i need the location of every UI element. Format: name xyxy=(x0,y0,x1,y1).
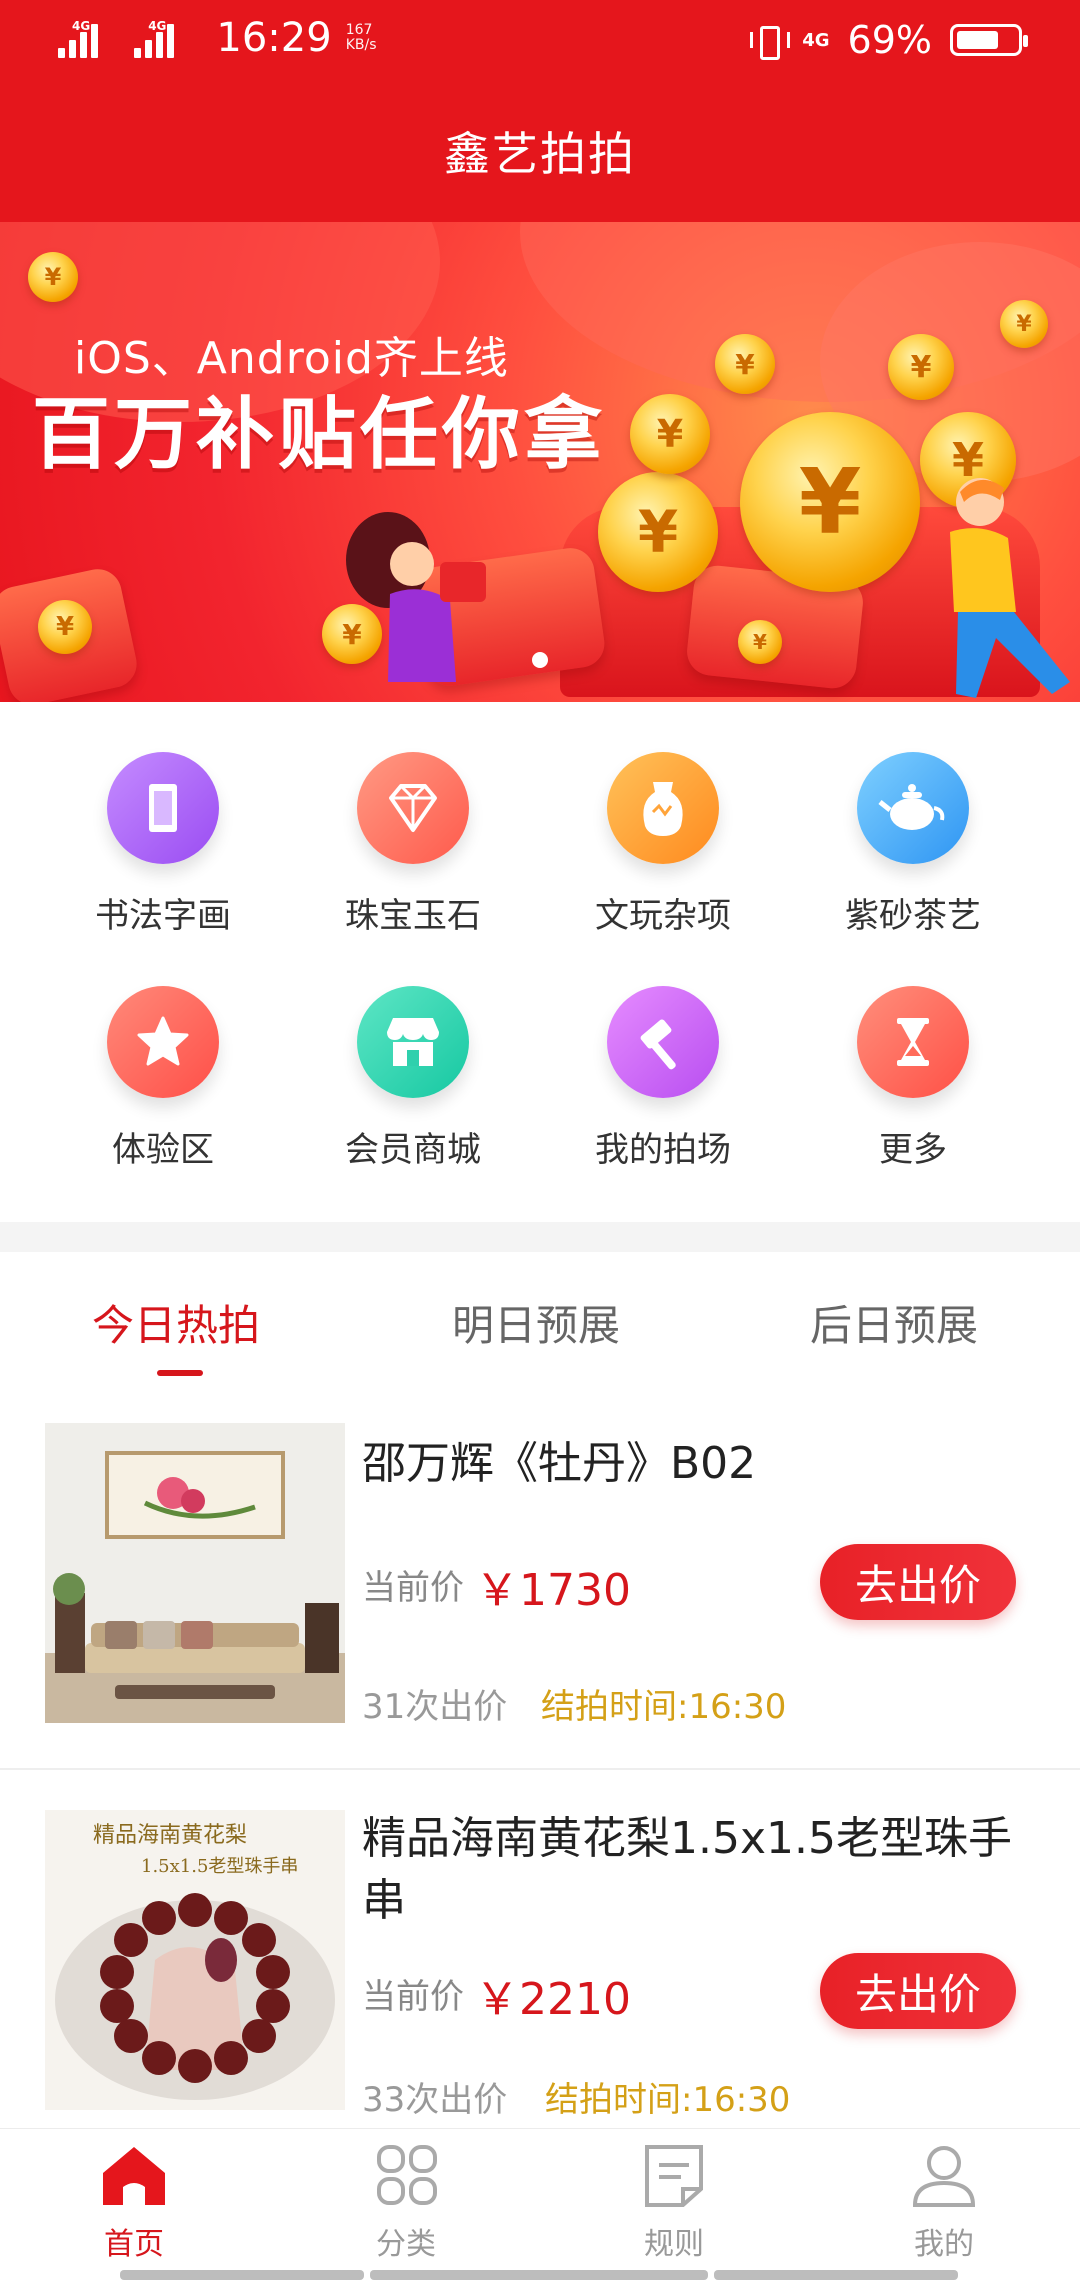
price-label: 当前价 xyxy=(362,1977,464,2017)
coin-icon: ¥ xyxy=(888,334,954,400)
nav-category[interactable]: 分类 xyxy=(326,2143,486,2263)
item-thumbnail[interactable]: 精品海南黄花梨 1.5x1.5老型珠手串 xyxy=(45,1810,345,2110)
carousel-dot-active[interactable] xyxy=(532,652,548,668)
price-label: 当前价 xyxy=(362,1568,464,1608)
category-label: 我的拍场 xyxy=(595,1130,731,1170)
category-label: 紫砂茶艺 xyxy=(845,896,981,936)
nav-label: 首页 xyxy=(104,2227,164,2262)
item-thumbnail[interactable] xyxy=(45,1423,345,1723)
thumb-caption-2: 1.5x1.5老型珠手串 xyxy=(141,1856,298,1877)
category-label: 书法字画 xyxy=(95,896,231,936)
network-type-right: 4G xyxy=(802,29,830,51)
diamond-icon xyxy=(357,752,469,864)
signal-icon: 4G xyxy=(58,18,120,58)
gesture-bar xyxy=(714,2270,958,2280)
top-bar: 4G 4G 16:29 167 KB/s 4G 69% 鑫艺拍拍 xyxy=(0,0,1080,222)
hourglass-icon xyxy=(857,986,969,1098)
battery-icon xyxy=(950,24,1028,56)
category-diamond[interactable]: 珠宝玉石 xyxy=(288,752,538,937)
current-price: ￥1730 xyxy=(475,1565,631,1616)
item-title: 精品海南黄花梨1.5x1.5老型珠手串 xyxy=(362,1813,1012,1926)
category-label: 体验区 xyxy=(112,1130,214,1170)
network-type-1: 4G xyxy=(72,19,91,33)
network-speed: 167 KB/s xyxy=(345,22,377,53)
category-scroll[interactable]: 书法字画 xyxy=(38,752,288,937)
scroll-icon xyxy=(107,752,219,864)
network-type-2: 4G xyxy=(148,19,167,33)
tab-day-after[interactable]: 后日预展 xyxy=(810,1292,978,1353)
carousel-dots xyxy=(0,652,1080,672)
section-separator xyxy=(0,1222,1080,1252)
coin-icon: ¥ xyxy=(598,472,718,592)
app-root: 4G 4G 16:29 167 KB/s 4G 69% 鑫艺拍拍 ¥ ¥ iOS… xyxy=(0,0,1080,2280)
star-icon xyxy=(107,986,219,1098)
vibrate-icon xyxy=(750,20,791,60)
bid-button[interactable]: 去出价 xyxy=(820,1544,1016,1620)
bottom-nav: 首页 分类 规则 我的 xyxy=(0,2128,1080,2280)
status-right: 4G 69% xyxy=(750,18,1028,62)
category-store[interactable]: 会员商城 xyxy=(288,986,538,1171)
status-left: 4G 4G 16:29 167 KB/s xyxy=(58,16,406,60)
document-icon xyxy=(645,2145,703,2207)
bid-button[interactable]: 去出价 xyxy=(820,1953,1016,2029)
category-grid: 书法字画 珠宝玉石 文玩杂项 紫砂茶艺体验区 会员商城 我的拍场 更多 xyxy=(0,702,1080,1222)
active-tab-indicator xyxy=(157,1370,203,1376)
end-time: 结拍时间:16:30 xyxy=(545,2080,791,2120)
coin-icon: ¥ xyxy=(630,394,710,474)
end-time: 结拍时间:16:30 xyxy=(541,1687,787,1727)
painting-room-image xyxy=(45,1423,345,1723)
bid-count: 33次出价 xyxy=(362,2080,508,2120)
gesture-bar xyxy=(120,2270,364,2280)
bid-count: 31次出价 xyxy=(362,1687,508,1727)
category-teapot[interactable]: 紫砂茶艺 xyxy=(788,752,1038,937)
gavel-icon xyxy=(607,986,719,1098)
bracelet-image: 精品海南黄花梨 1.5x1.5老型珠手串 xyxy=(45,1810,345,2110)
status-bar: 4G 4G 16:29 167 KB/s 4G 69% xyxy=(0,0,1080,84)
coin-icon: ¥ xyxy=(1000,300,1048,348)
category-label: 更多 xyxy=(879,1130,947,1170)
category-label: 会员商城 xyxy=(345,1130,481,1170)
nav-mine[interactable]: 我的 xyxy=(864,2143,1024,2263)
vase-icon xyxy=(607,752,719,864)
battery-percent: 69% xyxy=(847,18,932,62)
user-icon xyxy=(912,2146,976,2207)
store-icon xyxy=(357,986,469,1098)
auction-tabs: 今日热拍 明日预展 后日预展 xyxy=(0,1252,1080,1382)
item-title: 邵万辉《牡丹》B02 xyxy=(362,1438,757,1489)
current-price: ￥2210 xyxy=(475,1974,631,2025)
tab-today[interactable]: 今日热拍 xyxy=(92,1292,260,1353)
grid-icon xyxy=(377,2145,437,2205)
category-label: 珠宝玉石 xyxy=(345,896,481,936)
auction-item[interactable]: 邵万辉《牡丹》B02 当前价 ￥1730 去出价 31次出价 结拍时间:16:3… xyxy=(0,1423,1080,1753)
nav-rules[interactable]: 规则 xyxy=(594,2143,754,2263)
category-vase[interactable]: 文玩杂项 xyxy=(538,752,788,937)
item-divider xyxy=(0,1768,1080,1770)
coin-icon: ¥ xyxy=(38,600,92,654)
nav-label: 规则 xyxy=(644,2227,704,2262)
status-time: 16:29 xyxy=(216,15,332,61)
tab-tomorrow[interactable]: 明日预展 xyxy=(452,1292,620,1353)
nav-home[interactable]: 首页 xyxy=(54,2143,214,2263)
banner-headline: 百万补贴任你拿 xyxy=(32,390,607,480)
coin-icon: ¥ xyxy=(740,412,920,592)
nav-label: 我的 xyxy=(914,2227,974,2262)
auction-item[interactable]: 精品海南黄花梨 1.5x1.5老型珠手串 精品海南黄花梨1.5x1.5老型珠手串… xyxy=(0,1810,1080,2128)
gesture-bar xyxy=(370,2270,708,2280)
signal-icon: 4G xyxy=(134,18,196,58)
category-hourglass[interactable]: 更多 xyxy=(788,986,1038,1171)
coin-icon: ¥ xyxy=(28,252,78,302)
category-label: 文玩杂项 xyxy=(595,896,731,936)
thumb-caption-1: 精品海南黄花梨 xyxy=(93,1823,247,1848)
category-star[interactable]: 体验区 xyxy=(38,986,288,1171)
home-icon xyxy=(103,2147,165,2205)
promo-banner[interactable]: ¥ ¥ iOS、Android齐上线 百万补贴任你拿 ¥ ¥ ¥ ¥ ¥ ¥ ¥… xyxy=(0,222,1080,702)
category-gavel[interactable]: 我的拍场 xyxy=(538,986,788,1171)
woman-figure-icon xyxy=(346,512,486,682)
coin-icon: ¥ xyxy=(715,334,775,394)
nav-label: 分类 xyxy=(376,2227,436,2262)
teapot-icon xyxy=(857,752,969,864)
page-title: 鑫艺拍拍 xyxy=(444,127,636,181)
